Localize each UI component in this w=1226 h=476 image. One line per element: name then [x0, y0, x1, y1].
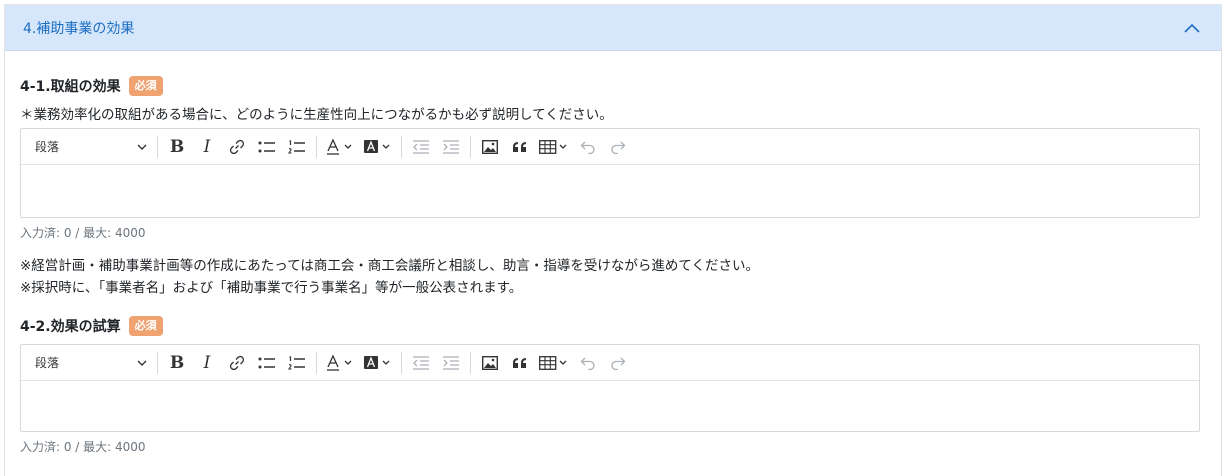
insert-table-button[interactable]	[535, 349, 573, 377]
outdent-button[interactable]	[406, 349, 436, 377]
insert-image-button[interactable]	[475, 349, 505, 377]
bold-button[interactable]: B	[162, 349, 192, 377]
note-line: ※採択時に、「事業者名」および「補助事業で行う事業名」等が一般公表されます。	[20, 280, 523, 296]
field-label: 4-1.取組の効果	[20, 79, 121, 95]
toolbar-divider	[316, 351, 317, 374]
editor-toolbar: 段落 B I	[21, 345, 1199, 381]
toolbar-divider	[401, 351, 402, 374]
numbered-list-icon	[288, 355, 305, 370]
numbered-list-icon	[288, 139, 305, 154]
bulleted-list-button[interactable]	[252, 349, 282, 377]
accordion-header[interactable]: 4.補助事業の効果	[5, 5, 1221, 51]
section-effect: 4-1.取組の効果 必須 ＊業務効率化の取組がある場合に、どのように生産性向上に…	[20, 74, 1200, 241]
notes-block: ※経営計画・補助事業計画等の作成にあたっては商工会・商工会議所と相談し、助言・指…	[20, 256, 1200, 299]
toolbar-divider	[470, 135, 471, 158]
bulleted-list-icon	[258, 141, 275, 152]
italic-button[interactable]: I	[192, 349, 222, 377]
blockquote-button[interactable]	[505, 133, 535, 161]
insert-table-button[interactable]	[535, 133, 573, 161]
bulleted-list-button[interactable]	[252, 133, 282, 161]
undo-icon	[580, 141, 595, 154]
italic-button[interactable]: I	[192, 133, 222, 161]
numbered-list-button[interactable]	[282, 133, 312, 161]
link-icon	[229, 139, 245, 154]
outdent-icon	[413, 139, 429, 154]
editor-content-area[interactable]	[21, 165, 1199, 217]
quote-icon	[513, 141, 526, 152]
font-color-icon	[327, 354, 352, 371]
required-badge: 必須	[128, 76, 163, 96]
toolbar-divider	[470, 351, 471, 374]
panel-title: 4.補助事業の効果	[23, 20, 135, 37]
toolbar-divider	[401, 135, 402, 158]
required-badge: 必須	[128, 316, 163, 336]
paragraph-select-label: 段落	[35, 356, 60, 370]
field-label: 4-2.効果の試算	[20, 319, 121, 335]
font-color-button[interactable]	[321, 349, 359, 377]
indent-button[interactable]	[436, 349, 466, 377]
table-icon	[539, 355, 567, 370]
bold-button[interactable]: B	[162, 133, 192, 161]
table-icon	[539, 139, 567, 154]
chevron-down-icon	[137, 360, 147, 366]
editor-content-area[interactable]	[21, 381, 1199, 431]
redo-button[interactable]	[603, 133, 633, 161]
background-color-button[interactable]	[359, 133, 397, 161]
paragraph-select[interactable]: 段落	[29, 349, 153, 377]
background-color-icon	[364, 139, 390, 153]
undo-button[interactable]	[573, 349, 603, 377]
paragraph-select[interactable]: 段落	[29, 133, 153, 161]
indent-button[interactable]	[436, 133, 466, 161]
chevron-up-icon[interactable]	[1181, 17, 1203, 39]
font-color-icon	[327, 138, 352, 155]
bulleted-list-icon	[258, 357, 275, 368]
redo-icon	[611, 357, 626, 370]
insert-image-button[interactable]	[475, 133, 505, 161]
undo-button[interactable]	[573, 133, 603, 161]
link-icon	[229, 355, 245, 370]
background-color-icon	[364, 355, 390, 369]
note-line: ※経営計画・補助事業計画等の作成にあたっては商工会・商工会議所と相談し、助言・指…	[20, 258, 759, 274]
outdent-button[interactable]	[406, 133, 436, 161]
italic-icon: I	[203, 136, 211, 157]
font-color-button[interactable]	[321, 133, 359, 161]
image-icon	[482, 139, 498, 154]
numbered-list-button[interactable]	[282, 349, 312, 377]
rich-text-editor: 段落 B I	[20, 344, 1200, 432]
toolbar-divider	[157, 351, 158, 374]
bold-icon: B	[169, 136, 185, 157]
bold-icon: B	[169, 352, 185, 373]
chevron-down-icon	[137, 144, 147, 150]
outdent-icon	[413, 355, 429, 370]
indent-icon	[443, 355, 459, 370]
toolbar-divider	[157, 135, 158, 158]
image-icon	[482, 355, 498, 370]
blockquote-button[interactable]	[505, 349, 535, 377]
redo-button[interactable]	[603, 349, 633, 377]
paragraph-select-label: 段落	[35, 140, 60, 154]
link-button[interactable]	[222, 349, 252, 377]
character-counter: 入力済: 0 / 最大: 4000	[20, 440, 146, 454]
redo-icon	[611, 141, 626, 154]
background-color-button[interactable]	[359, 349, 397, 377]
character-counter: 入力済: 0 / 最大: 4000	[20, 226, 146, 240]
italic-icon: I	[203, 352, 211, 373]
section-estimate: 4-2.効果の試算 必須 段落 B I 入力済: 0 / 最大: 4000	[20, 314, 1200, 455]
quote-icon	[513, 357, 526, 368]
toolbar-divider	[316, 135, 317, 158]
rich-text-editor: 段落 B I	[20, 128, 1200, 218]
field-description: ＊業務効率化の取組がある場合に、どのように生産性向上につながるかも必ず説明してく…	[20, 107, 613, 123]
indent-icon	[443, 139, 459, 154]
undo-icon	[580, 357, 595, 370]
editor-toolbar: 段落 B I	[21, 129, 1199, 165]
link-button[interactable]	[222, 133, 252, 161]
